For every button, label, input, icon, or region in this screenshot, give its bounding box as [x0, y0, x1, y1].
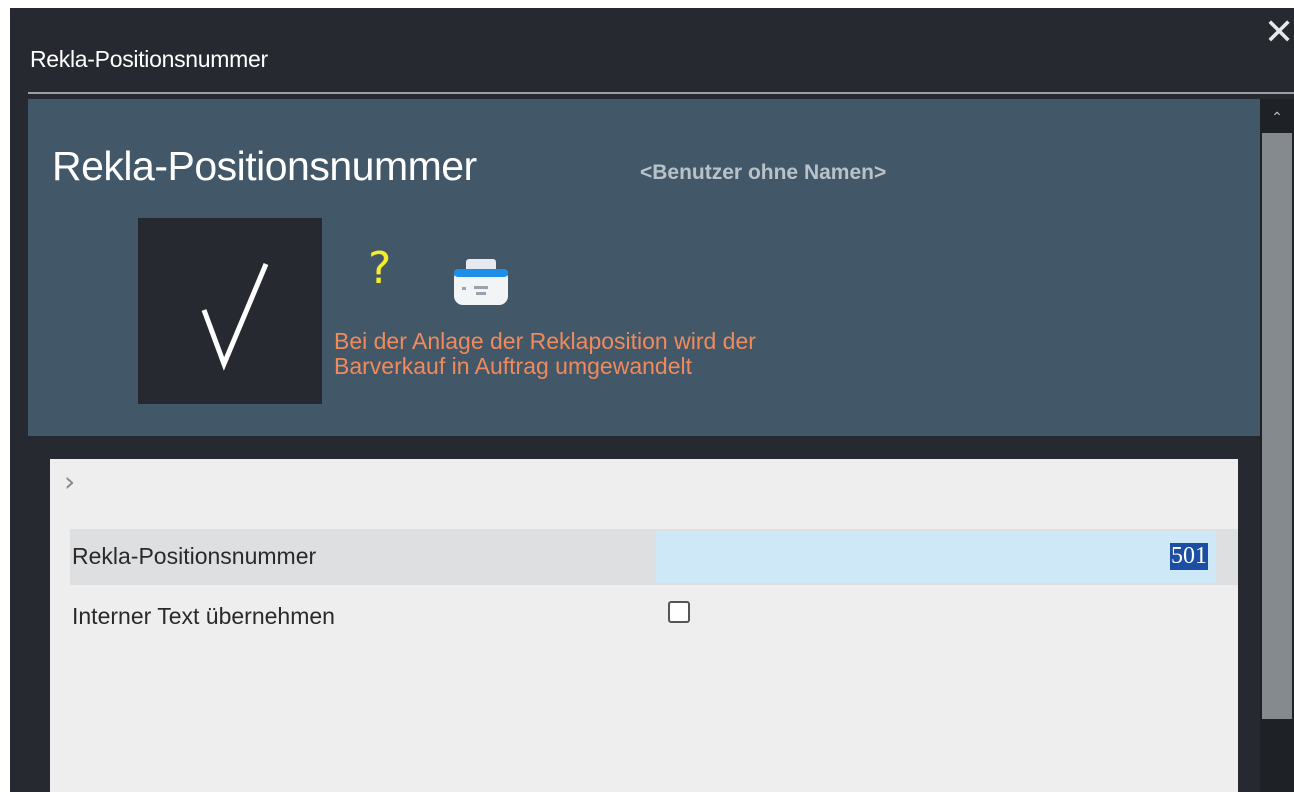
confirm-button[interactable] — [138, 218, 322, 404]
field-row-position-number: Rekla-Positionsnummer 501 — [70, 529, 1238, 585]
internal-text-checkbox[interactable] — [668, 601, 690, 623]
scroll-up-icon[interactable]: ⌃ — [1266, 105, 1288, 129]
warning-message: Bei der Anlage der Reklaposition wird de… — [334, 329, 1034, 379]
vertical-scrollbar[interactable]: ⌃ — [1260, 99, 1294, 792]
help-icon[interactable]: ? — [368, 247, 391, 291]
warning-line-1: Bei der Anlage der Reklaposition wird de… — [334, 328, 756, 354]
user-name: <Benutzer ohne Namen> — [640, 161, 887, 184]
checkmark-icon — [201, 263, 269, 371]
window-title: Rekla-Positionsnummer — [30, 46, 268, 72]
close-icon[interactable]: ✕ — [1264, 12, 1294, 52]
printer-icon[interactable] — [452, 259, 510, 310]
page-title: Rekla-Positionsnummer — [52, 143, 477, 189]
title-bar: Rekla-Positionsnummer ✕ — [10, 8, 1294, 92]
title-divider — [28, 92, 1294, 94]
scroll-thumb[interactable] — [1262, 133, 1292, 719]
internal-text-label: Interner Text übernehmen — [72, 603, 335, 629]
warning-line-2: Barverkauf in Auftrag umgewandelt — [334, 353, 692, 379]
position-number-label: Rekla-Positionsnummer — [72, 543, 317, 569]
form-panel: › Rekla-Positionsnummer 501 Interner Tex… — [50, 459, 1238, 792]
position-number-value: 501 — [1170, 543, 1208, 570]
chevron-right-icon[interactable]: › — [64, 465, 75, 498]
header-panel: Rekla-Positionsnummer <Benutzer ohne Nam… — [28, 99, 1260, 436]
position-number-input[interactable]: 501 — [656, 531, 1216, 583]
dialog-window: Rekla-Positionsnummer ✕ Rekla-Positionsn… — [10, 8, 1294, 792]
